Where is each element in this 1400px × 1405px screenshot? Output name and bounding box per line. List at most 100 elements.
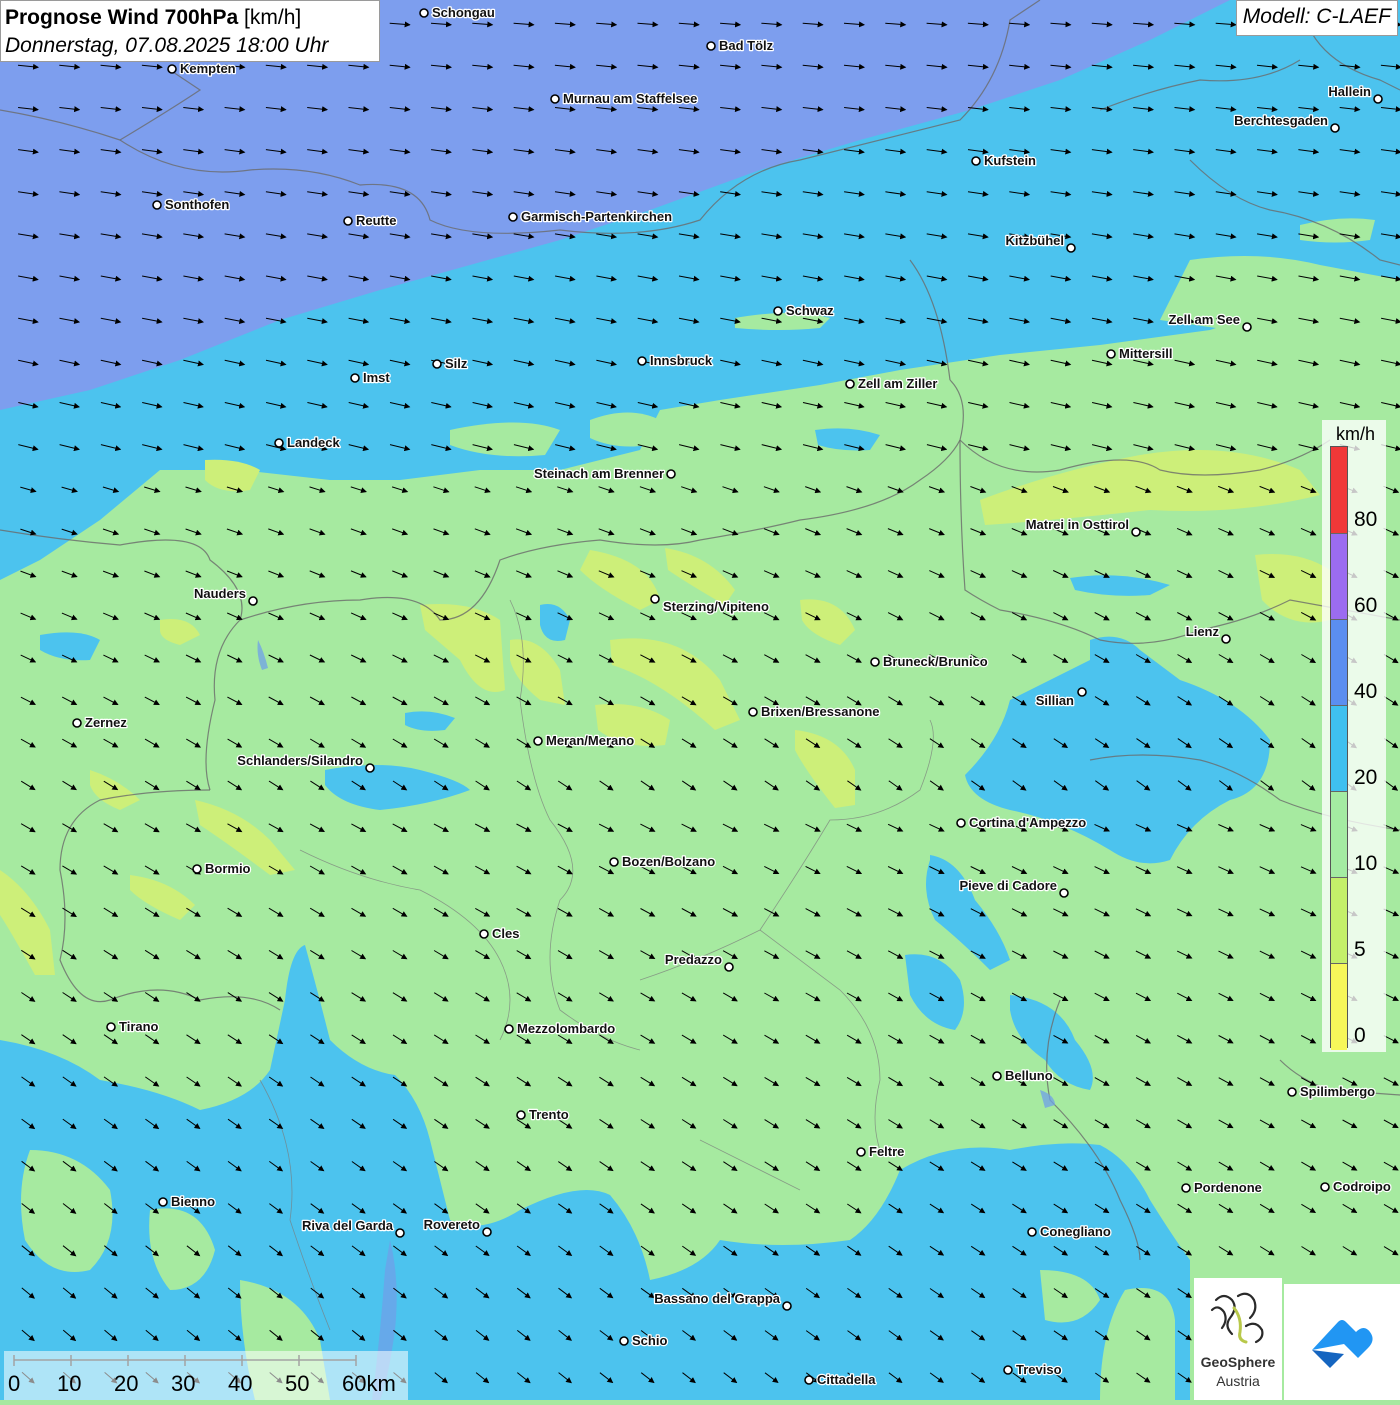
city-marker[interactable] (508, 212, 518, 222)
city-label: Bruneck/Brunico (883, 654, 988, 669)
city-spilimbergo[interactable]: Spilimbergo (1287, 1083, 1376, 1100)
city-marker[interactable] (343, 216, 353, 226)
city-label: Meran/Merano (546, 733, 634, 748)
city-label: Hallein (1328, 84, 1371, 99)
city-marker[interactable] (106, 1022, 116, 1032)
legend-swatch (1331, 791, 1347, 878)
city-bruneck-brunico[interactable]: Bruneck/Brunico (870, 653, 989, 670)
city-label: Sonthofen (165, 197, 229, 212)
city-marker[interactable] (167, 64, 177, 74)
legend-label: 10 (1354, 852, 1378, 875)
city-marker[interactable] (1330, 123, 1340, 133)
city-marker[interactable] (666, 469, 676, 479)
city-marker[interactable] (956, 818, 966, 828)
city-murnau-am-staffelsee[interactable]: Murnau am Staffelsee (550, 90, 699, 107)
city-marker[interactable] (1221, 634, 1231, 644)
city-marker[interactable] (724, 962, 734, 972)
city-marker[interactable] (845, 379, 855, 389)
city-marker[interactable] (516, 1110, 526, 1120)
city-garmisch-partenkirchen[interactable]: Garmisch-Partenkirchen (508, 208, 673, 225)
city-marker[interactable] (650, 594, 660, 604)
scale-label: 50 (285, 1371, 310, 1396)
city-marker[interactable] (1131, 527, 1141, 537)
city-label: Bad Tölz (719, 38, 774, 53)
city-sonthofen[interactable]: Sonthofen (152, 196, 231, 213)
city-marker[interactable] (1287, 1087, 1297, 1097)
city-cortina-d-ampezzo[interactable]: Cortina d'Ampezzo (956, 814, 1088, 831)
city-marker[interactable] (1077, 687, 1087, 697)
city-marker[interactable] (619, 1336, 629, 1346)
city-marker[interactable] (1181, 1183, 1191, 1193)
city-marker[interactable] (1320, 1182, 1330, 1192)
map-title-main: Prognose Wind 700hPa (5, 6, 239, 29)
city-marker[interactable] (637, 356, 647, 366)
city-schongau[interactable]: Schongau (419, 4, 496, 21)
map-title-box: Prognose Wind 700hPa [km/h] Donnerstag, … (0, 0, 380, 62)
city-marker[interactable] (152, 200, 162, 210)
city-zell-am-ziller[interactable]: Zell am Ziller (845, 375, 939, 392)
city-marker[interactable] (1003, 1365, 1013, 1375)
city-innsbruck[interactable]: Innsbruck (637, 352, 714, 369)
city-mezzolombardo[interactable]: Mezzolombardo (504, 1020, 617, 1037)
city-marker[interactable] (192, 864, 202, 874)
geosphere-logo[interactable]: GeoSphere Austria (1194, 1278, 1282, 1400)
city-marker[interactable] (274, 438, 284, 448)
city-marker[interactable] (395, 1228, 405, 1238)
city-marker[interactable] (419, 8, 429, 18)
map-title: Prognose Wind 700hPa [km/h] (5, 3, 375, 32)
city-marker[interactable] (1373, 94, 1383, 104)
city-label: Cles (492, 926, 519, 941)
city-marker[interactable] (432, 359, 442, 369)
legend-label: 40 (1354, 680, 1378, 703)
city-marker[interactable] (482, 1227, 492, 1237)
city-label: Garmisch-Partenkirchen (521, 209, 672, 224)
city-marker[interactable] (992, 1071, 1002, 1081)
city-marker[interactable] (971, 156, 981, 166)
color-legend: km/h 0 5 10 20 40 60 80 (1322, 420, 1386, 1052)
city-marker[interactable] (1066, 243, 1076, 253)
city-meran-merano[interactable]: Meran/Merano (533, 732, 635, 749)
legend-unit: km/h (1336, 424, 1376, 444)
legend-label: 0 (1354, 1024, 1366, 1047)
city-marker[interactable] (248, 596, 258, 606)
city-marker[interactable] (365, 763, 375, 773)
city-label: Predazzo (665, 952, 722, 967)
city-marker[interactable] (1106, 349, 1116, 359)
city-marker[interactable] (804, 1375, 814, 1385)
city-marker[interactable] (533, 736, 543, 746)
legend-color-bar (1330, 446, 1348, 1050)
city-marker[interactable] (479, 929, 489, 939)
city-marker[interactable] (72, 718, 82, 728)
city-marker[interactable] (856, 1147, 866, 1157)
city-marker[interactable] (350, 373, 360, 383)
city-marker[interactable] (748, 707, 758, 717)
city-steinach-am-brenner[interactable]: Steinach am Brenner (533, 465, 676, 482)
city-label: Pieve di Cadore (959, 878, 1057, 893)
city-label: Riva del Garda (302, 1218, 394, 1233)
city-conegliano[interactable]: Conegliano (1027, 1223, 1112, 1240)
city-marker[interactable] (158, 1197, 168, 1207)
city-label: Kufstein (984, 153, 1036, 168)
city-marker[interactable] (782, 1301, 792, 1311)
legend-label: 5 (1354, 938, 1366, 961)
city-label: Spilimbergo (1300, 1084, 1375, 1099)
city-marker[interactable] (1242, 322, 1252, 332)
city-bozen-bolzano[interactable]: Bozen/Bolzano (609, 853, 716, 870)
city-label: Pordenone (1194, 1180, 1262, 1195)
city-marker[interactable] (870, 657, 880, 667)
weather-app-logo[interactable] (1284, 1284, 1400, 1400)
city-label: Murnau am Staffelsee (563, 91, 697, 106)
legend-swatch (1331, 705, 1347, 792)
city-pordenone[interactable]: Pordenone (1181, 1179, 1263, 1196)
city-marker[interactable] (706, 41, 716, 51)
city-marker[interactable] (1027, 1227, 1037, 1237)
city-marker[interactable] (504, 1024, 514, 1034)
city-marker[interactable] (773, 306, 783, 316)
city-label: Mezzolombardo (517, 1021, 615, 1036)
city-marker[interactable] (609, 857, 619, 867)
scale-label: 40 (228, 1371, 253, 1396)
city-brixen-bressanone[interactable]: Brixen/Bressanone (748, 703, 881, 720)
city-label: Feltre (869, 1144, 904, 1159)
city-marker[interactable] (1059, 888, 1069, 898)
city-marker[interactable] (550, 94, 560, 104)
